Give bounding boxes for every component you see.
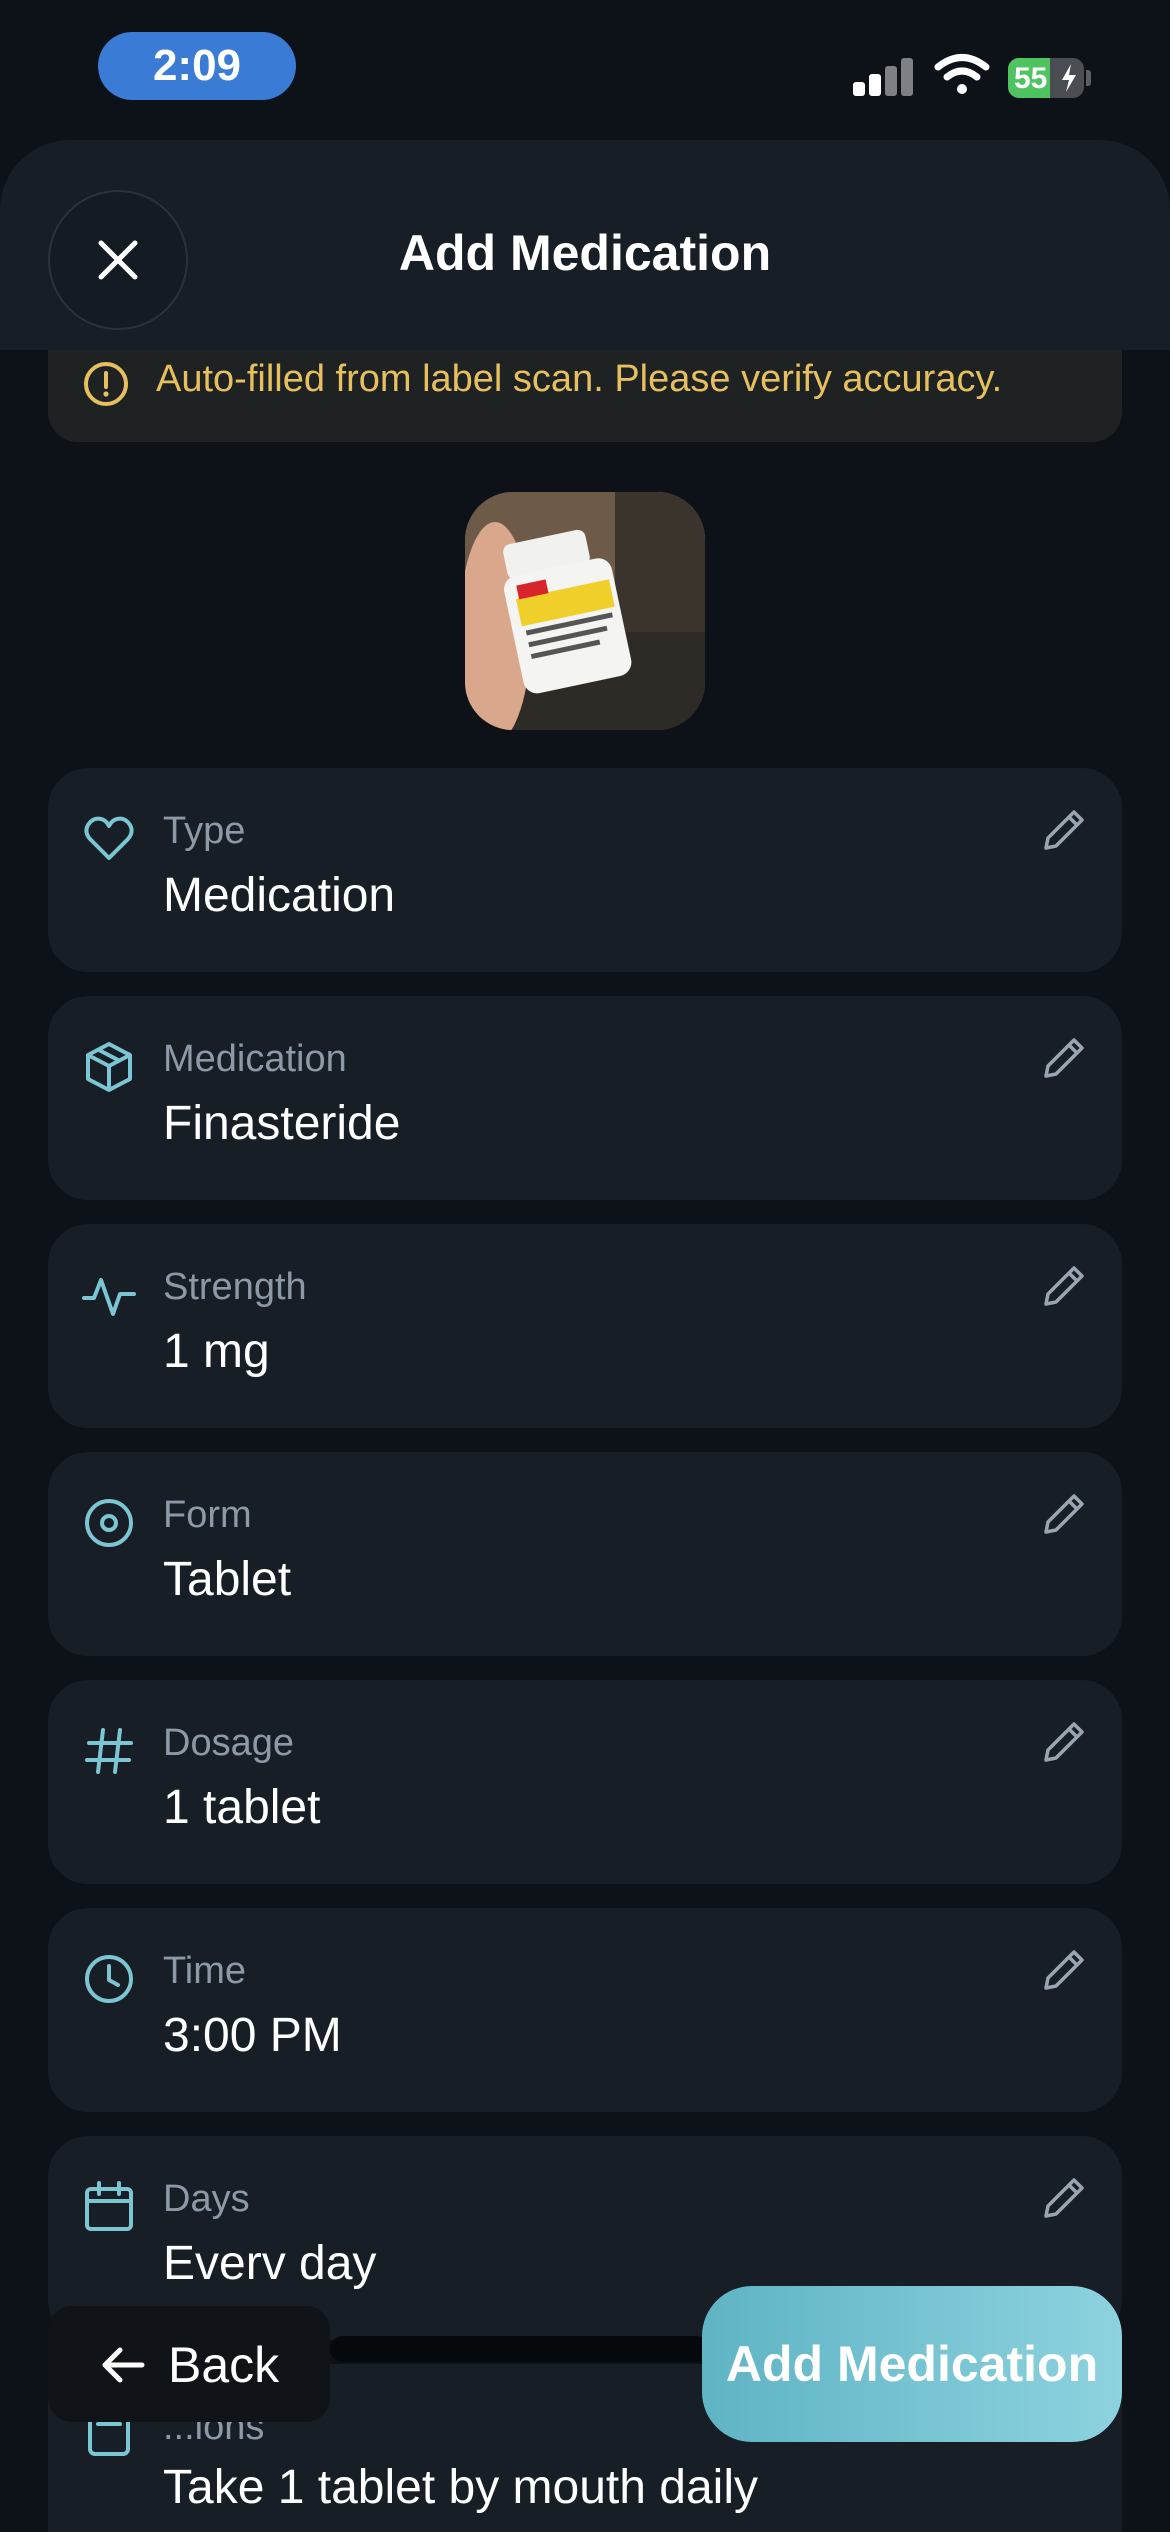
screen: 2:09 55 Add Medication Auto-filled from …: [0, 0, 1170, 2532]
scanned-label-photo[interactable]: [465, 492, 705, 730]
field-label: Time: [163, 1950, 247, 1992]
pencil-icon[interactable]: [1038, 1032, 1090, 1084]
field-label: Form: [163, 1494, 252, 1536]
field-label: Strength: [163, 1266, 307, 1308]
field-value: Finasteride: [163, 1097, 401, 1150]
status-time[interactable]: 2:09: [98, 32, 296, 100]
field-label: Type: [163, 810, 246, 852]
clock-icon: [85, 1955, 133, 2003]
pencil-icon[interactable]: [1038, 804, 1090, 856]
calendar-icon: [85, 2181, 133, 2231]
field-value: Tablet: [163, 1553, 292, 1606]
warning-text: Auto-filled from label scan. Please veri…: [156, 358, 1003, 400]
back-button[interactable]: Back: [48, 2306, 330, 2422]
bottom-action-bar: Back Add Medication: [0, 2270, 1170, 2532]
field-medication[interactable]: Medication Finasteride: [48, 996, 1122, 1200]
field-label: Medication: [163, 1038, 347, 1080]
field-dosage[interactable]: Dosage 1 tablet: [48, 1680, 1122, 1884]
target-icon: [85, 1499, 133, 1547]
pencil-icon[interactable]: [1038, 1488, 1090, 1540]
field-value: 3:00 PM: [163, 2009, 342, 2062]
field-type[interactable]: Type Medication: [48, 768, 1122, 972]
battery-nub: [1086, 70, 1091, 86]
field-time[interactable]: Time 3:00 PM: [48, 1908, 1122, 2112]
battery-percent: 55: [1014, 62, 1048, 95]
battery-indicator: 55: [1008, 58, 1084, 98]
field-form[interactable]: Form Tablet: [48, 1452, 1122, 1656]
wifi-icon: [934, 54, 990, 94]
add-medication-button[interactable]: Add Medication: [702, 2286, 1122, 2442]
pencil-icon[interactable]: [1038, 1716, 1090, 1768]
alert-circle-icon: [84, 362, 128, 406]
field-value: 1 mg: [163, 1325, 270, 1378]
pencil-icon[interactable]: [1038, 1260, 1090, 1312]
cellular-signal-icon: [853, 58, 915, 96]
heart-icon: [84, 816, 134, 860]
field-strength[interactable]: Strength 1 mg: [48, 1224, 1122, 1428]
autofill-warning-banner: Auto-filled from label scan. Please veri…: [48, 340, 1122, 442]
status-bar: 2:09 55: [0, 0, 1170, 140]
pencil-icon[interactable]: [1038, 2172, 1090, 2224]
pencil-icon[interactable]: [1038, 1944, 1090, 1996]
back-label: Back: [168, 2337, 280, 2393]
arrow-left-icon: [102, 2347, 145, 2383]
field-label: Dosage: [163, 1722, 294, 1764]
field-label: Days: [163, 2178, 250, 2220]
pill-bottle-image: [465, 492, 705, 730]
page-title: Add Medication: [398, 225, 772, 281]
activity-icon: [82, 1278, 136, 1316]
sheet-header: Add Medication: [0, 140, 1170, 350]
box-icon: [86, 1042, 132, 1092]
hash-icon: [85, 1728, 133, 1774]
field-value: Medication: [163, 869, 396, 922]
field-value: 1 tablet: [163, 1781, 321, 1834]
back-divider: [330, 2336, 710, 2362]
charging-bolt-icon: [1062, 64, 1076, 92]
